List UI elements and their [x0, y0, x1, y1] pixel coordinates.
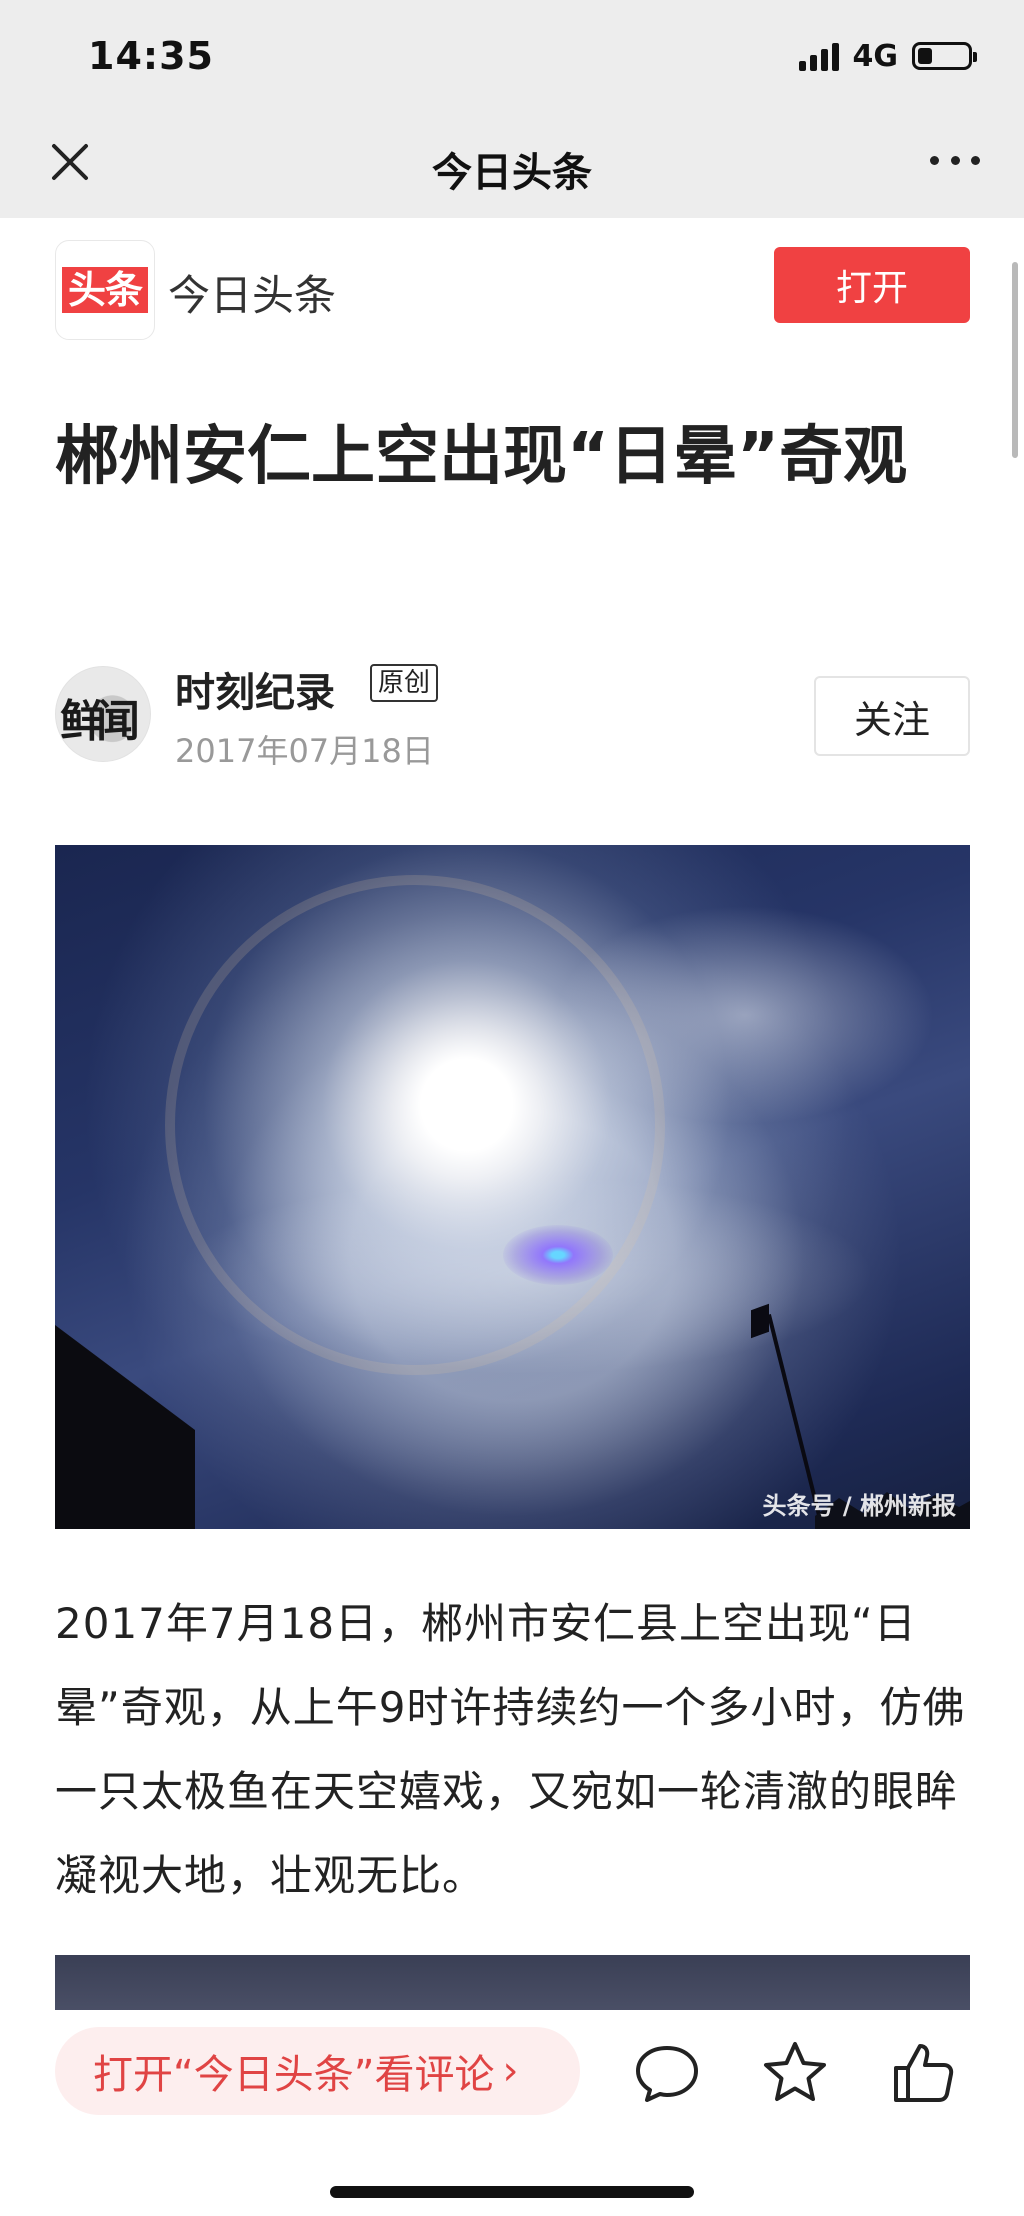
open-app-button[interactable]: 打开 [774, 247, 970, 323]
image-watermark: 头条号 / 郴州新报 [762, 1492, 956, 1520]
author-name[interactable]: 时刻纪录 [175, 660, 335, 718]
thumbs-up-icon[interactable] [888, 2038, 958, 2108]
article-title: 郴州安仁上空出现“日晕”奇观 [55, 420, 908, 494]
star-icon[interactable] [760, 2038, 830, 2108]
app-logo[interactable]: 头条 [55, 240, 155, 340]
app-name: 今日头条 [168, 271, 337, 320]
author-avatar[interactable]: 鲜闻 [55, 666, 151, 762]
avatar-text: 鲜闻 [60, 696, 140, 747]
battery-icon [912, 42, 977, 70]
app-logo-text: 头条 [61, 267, 148, 313]
nav-bar: 今日头条 [0, 110, 1024, 218]
sun-halo [165, 875, 665, 1375]
app-bar: 头条 今日头条 打开 [0, 218, 1024, 358]
status-bar: 14:35 4G [0, 0, 1024, 110]
publish-date: 2017年07月18日 [175, 732, 434, 770]
roof-silhouette [55, 1325, 195, 1529]
scrollbar[interactable] [1012, 262, 1018, 458]
comment-cta-label: 打开“今日头条”看评论 [93, 2052, 495, 2098]
network-type: 4G [852, 38, 899, 74]
nav-title: 今日头条 [432, 150, 592, 196]
more-icon[interactable] [930, 152, 980, 168]
chevron-right-icon: › [502, 2048, 519, 2094]
article-image-next[interactable] [55, 1955, 970, 2011]
follow-button[interactable]: 关注 [814, 676, 970, 756]
home-indicator [330, 2186, 694, 2198]
signal-icon [798, 41, 839, 71]
lens-flare [503, 1225, 613, 1285]
article-paragraph: 2017年7月18日，郴州市安仁县上空出现“日晕”奇观，从上午9时许持续约一个多… [55, 1599, 966, 1900]
bottom-bar: 打开“今日头条”看评论 › [0, 2010, 1024, 2216]
article-image[interactable]: 头条号 / 郴州新报 [55, 845, 970, 1529]
comment-icon[interactable] [632, 2038, 702, 2108]
author-row: 鲜闻 时刻纪录 原创 2017年07月18日 关注 [55, 660, 970, 770]
original-badge: 原创 [370, 664, 439, 702]
status-indicators: 4G [798, 38, 977, 74]
open-comments-button[interactable]: 打开“今日头条”看评论 › [55, 2027, 580, 2115]
status-time: 14:35 [88, 34, 214, 78]
